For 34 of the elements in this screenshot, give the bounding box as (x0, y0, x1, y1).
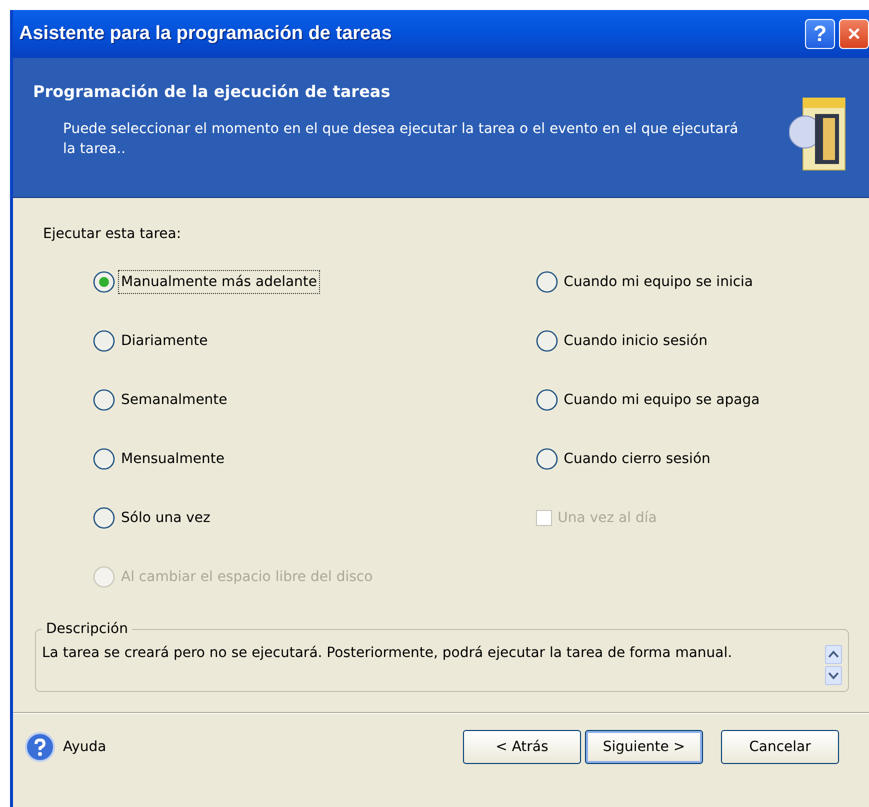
radio-button[interactable] (536, 330, 558, 352)
radio-button[interactable] (536, 389, 558, 411)
radio-button[interactable] (93, 507, 115, 529)
scroll-up-icon[interactable] (825, 645, 842, 664)
option-label: Manualmente más adelante (118, 270, 320, 294)
option-label: Cuando inicio sesión (562, 332, 708, 351)
option-label: Mensualmente (120, 450, 226, 469)
radio-button[interactable] (536, 448, 558, 470)
radio-button[interactable] (536, 271, 558, 293)
description-text: La tarea se creará pero no se ejecutará. Posteriormente, podrá ejecutar la tarea de forma manual. (42, 644, 734, 663)
wizard-button[interactable]: Cancelar (721, 730, 839, 764)
option-label: Semanalmente (120, 391, 228, 410)
option-label: Diariamente (120, 332, 209, 351)
help-button[interactable]: ? (805, 19, 835, 49)
help-link[interactable]: Ayuda (25, 732, 459, 762)
radio-button[interactable] (93, 271, 115, 293)
option-label: Una vez al día (556, 509, 658, 528)
radio-button[interactable] (93, 389, 115, 411)
option-label: Cuando cierro sesión (562, 450, 712, 469)
prompt-label: Ejecutar esta tarea: (43, 226, 182, 242)
wizard-button[interactable]: < Atrás (463, 730, 581, 764)
option-label: Cuando mi equipo se inicia (562, 273, 754, 292)
option-label: Sólo una vez (120, 509, 212, 528)
radio-button[interactable] (93, 330, 115, 352)
radio-button[interactable] (93, 448, 115, 470)
option-label: Cuando mi equipo se apaga (562, 391, 761, 410)
option-label: Al cambiar el espacio libre del disco (120, 568, 374, 587)
header-description: Puede seleccionar el momento en el que desea ejecutar la tarea o el evento en el que ejecutará la tarea.. (63, 120, 740, 159)
window-title: Asistente para la programación de tareas (19, 23, 393, 45)
group-legend: Descripción (42, 621, 132, 637)
wizard-button[interactable]: Siguiente > (585, 730, 703, 764)
help-icon (25, 732, 55, 762)
header-title: Programación de la ejecución de tareas (33, 82, 392, 101)
scroll-down-icon[interactable] (825, 666, 842, 685)
